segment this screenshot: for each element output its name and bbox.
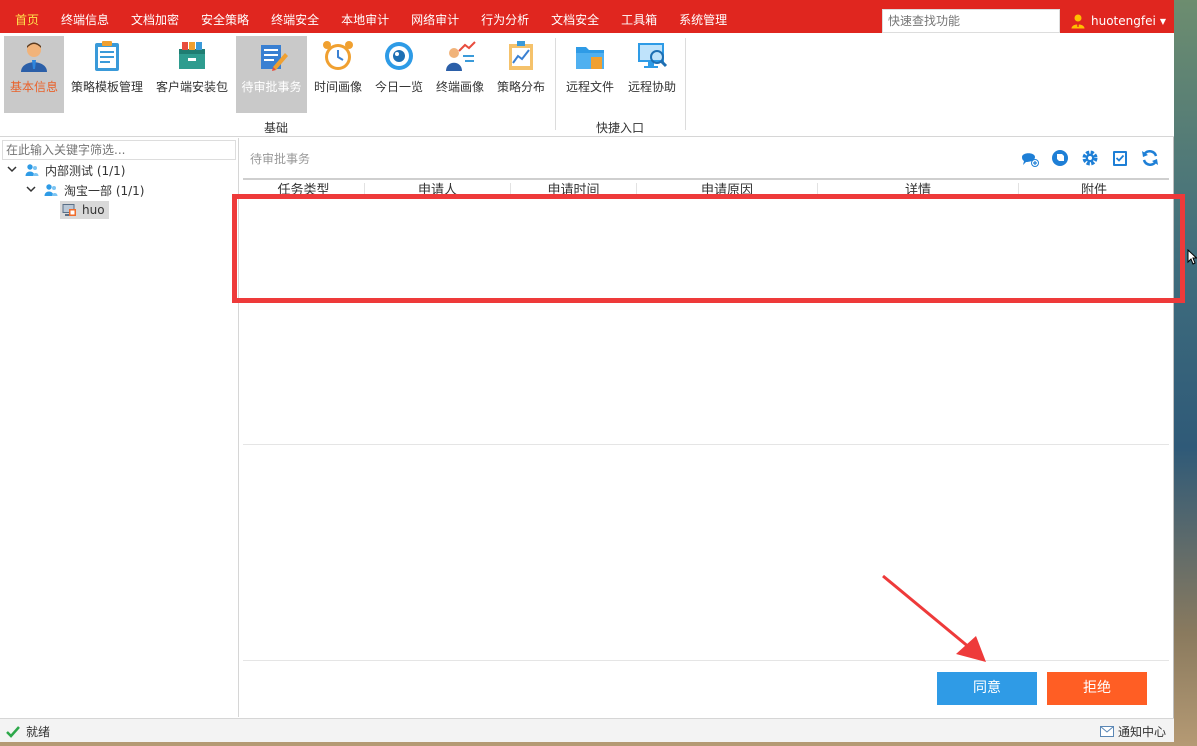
- ribbon-pending-approval[interactable]: 待审批事务: [236, 36, 307, 113]
- tree-node-internal-test[interactable]: 内部测试 (1/1): [7, 161, 126, 179]
- chevron-down-icon: ▼: [1159, 16, 1166, 26]
- chevron-down-icon[interactable]: [26, 184, 38, 197]
- menu-doc-encrypt[interactable]: 文档加密: [120, 0, 190, 33]
- ribbon-terminal-profile[interactable]: 终端画像: [432, 36, 488, 113]
- panel-divider: [243, 660, 1169, 661]
- highlight-box: [232, 194, 1185, 303]
- alarm-clock-icon: [323, 41, 353, 70]
- menu-terminal-security[interactable]: 终端安全: [260, 0, 330, 33]
- gear-icon[interactable]: [1081, 149, 1099, 167]
- ribbon-remote-assist[interactable]: 远程协助: [624, 36, 680, 113]
- ribbon-today-overview[interactable]: 今日一览: [370, 36, 428, 113]
- chart-board-icon: [509, 41, 533, 70]
- reject-button[interactable]: 拒绝: [1047, 672, 1147, 705]
- menu-security-policy[interactable]: 安全策略: [190, 0, 260, 33]
- arrow-annotation-icon: [882, 574, 986, 662]
- ribbon-label: 今日一览: [374, 80, 423, 94]
- user-menu[interactable]: huotengfei ▼: [1070, 9, 1166, 33]
- status-bar: 就绪 通知中心: [0, 718, 1174, 742]
- menu-network-audit[interactable]: 网络审计: [400, 0, 470, 33]
- tree-node-label: 内部测试 (1/1): [45, 163, 126, 178]
- checklist-icon[interactable]: [1111, 149, 1129, 167]
- mouse-cursor-icon: [1187, 249, 1197, 265]
- clipboard-icon: [95, 41, 119, 71]
- menu-terminal-info[interactable]: 终端信息: [50, 0, 120, 33]
- ribbon-group-divider: [685, 38, 686, 130]
- person-icon: [21, 42, 47, 72]
- terminal-offline-icon: [62, 204, 76, 216]
- menu-local-audit[interactable]: 本地审计: [330, 0, 400, 33]
- ribbon-group-basic: 基础: [264, 121, 289, 135]
- ribbon-policy-template[interactable]: 策略模板管理: [68, 36, 146, 113]
- quick-search-input[interactable]: [882, 9, 1060, 33]
- tree-filter-input[interactable]: [2, 140, 236, 160]
- user-chart-icon: [446, 41, 476, 71]
- menu-home[interactable]: 首页: [4, 0, 50, 33]
- ribbon-label: 远程协助: [627, 80, 676, 94]
- menu-behavior-analysis[interactable]: 行为分析: [470, 0, 540, 33]
- ribbon-group-shortcuts: 快捷入口: [596, 121, 645, 135]
- ribbon-label: 待审批事务: [241, 80, 302, 94]
- ribbon-policy-distribution[interactable]: 策略分布: [493, 36, 549, 113]
- chevron-down-icon[interactable]: [7, 164, 19, 177]
- notification-center-label: 通知中心: [1117, 725, 1166, 739]
- menu-toolbox[interactable]: 工具箱: [610, 0, 668, 33]
- ribbon-toolbar: 基本信息 策略模板管理 客户端安装包 待审批事务 时间画像 今日一览 终端画像 …: [0, 33, 1174, 137]
- ribbon-label: 时间画像: [313, 80, 362, 94]
- ribbon-label: 远程文件: [565, 80, 614, 94]
- organization-tree-panel: 内部测试 (1/1) 淘宝一部 (1/1) huo: [0, 138, 239, 717]
- menu-doc-security[interactable]: 文档安全: [540, 0, 610, 33]
- tree-node-label: 淘宝一部 (1/1): [64, 183, 145, 198]
- tag-icon[interactable]: [1051, 149, 1069, 167]
- monitor-search-icon: [638, 43, 668, 68]
- user-icon: [1071, 14, 1085, 29]
- ribbon-label: 策略模板管理: [70, 80, 143, 94]
- ribbon-client-installer[interactable]: 客户端安装包: [152, 36, 232, 113]
- package-icon: [179, 42, 205, 69]
- group-icon: [25, 164, 39, 176]
- chat-add-icon[interactable]: [1021, 149, 1039, 167]
- panel-title: 待审批事务: [250, 152, 311, 166]
- ribbon-remote-file[interactable]: 远程文件: [562, 36, 618, 113]
- tree-node-huo[interactable]: huo: [60, 201, 109, 219]
- panel-divider: [243, 444, 1169, 445]
- agree-button[interactable]: 同意: [937, 672, 1037, 705]
- menu-system-admin[interactable]: 系统管理: [668, 0, 738, 33]
- refresh-icon[interactable]: [1141, 149, 1159, 167]
- ribbon-label: 基本信息: [9, 80, 58, 94]
- user-name: huotengfei: [1091, 14, 1156, 28]
- group-icon: [44, 184, 58, 196]
- check-icon: [6, 725, 20, 738]
- folder-icon: [576, 47, 604, 69]
- status-ready: 就绪: [6, 723, 50, 740]
- eye-icon: [385, 42, 413, 70]
- ribbon-group-divider: [555, 38, 556, 130]
- approval-icon: [260, 45, 288, 71]
- status-text: 就绪: [26, 725, 51, 739]
- ribbon-label: 策略分布: [496, 80, 545, 94]
- notification-center[interactable]: 通知中心: [1099, 723, 1166, 740]
- tree-node-taobao-dept[interactable]: 淘宝一部 (1/1): [26, 181, 145, 199]
- envelope-icon: [1099, 726, 1114, 737]
- tree-node-label: huo: [82, 203, 105, 217]
- ribbon-time-profile[interactable]: 时间画像: [310, 36, 366, 113]
- ribbon-label: 客户端安装包: [155, 80, 228, 94]
- ribbon-basic-info[interactable]: 基本信息: [4, 36, 64, 113]
- ribbon-label: 终端画像: [435, 80, 484, 94]
